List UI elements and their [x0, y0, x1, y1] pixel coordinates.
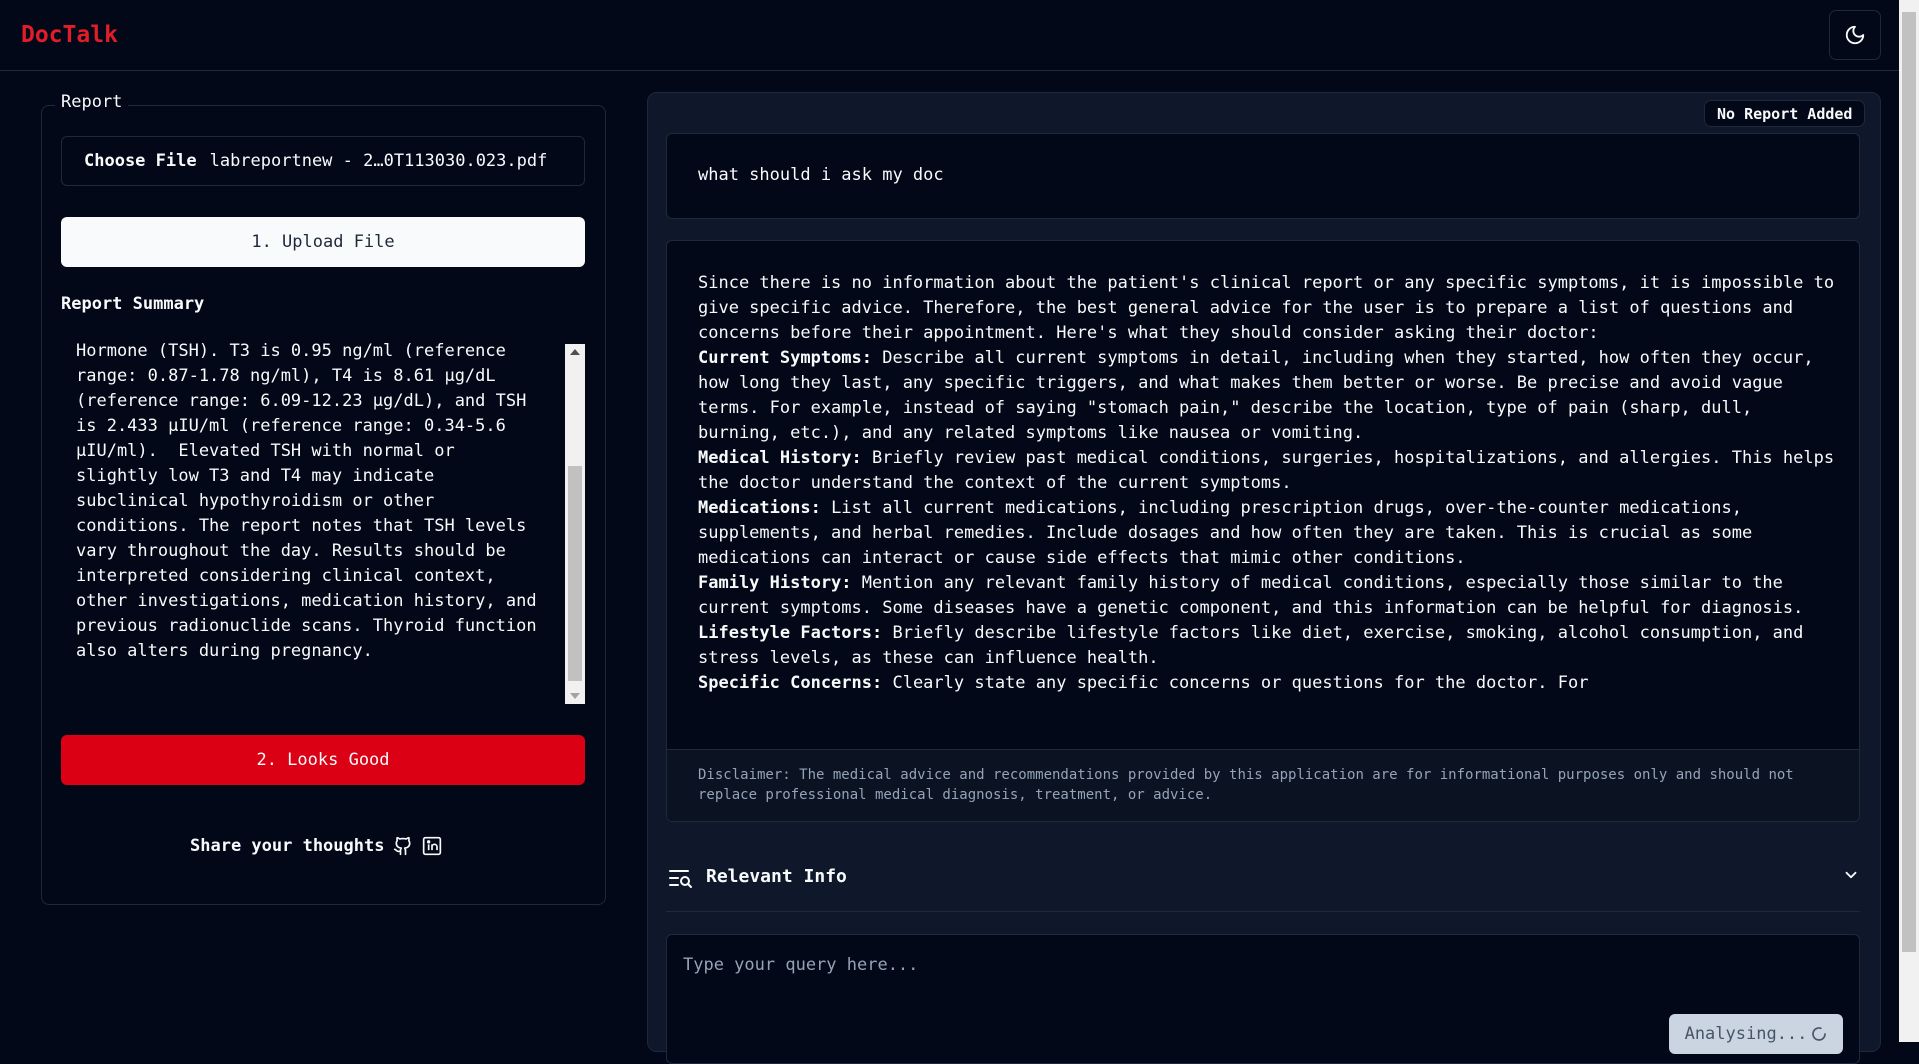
report-legend: Report [55, 92, 129, 112]
answer-section: Current Symptoms: Describe all current s… [698, 346, 1838, 446]
answer-section-text: Mention any relevant family history of m… [698, 573, 1804, 618]
page-scrollbar[interactable] [1899, 0, 1919, 1042]
status-badge: No Report Added [1704, 100, 1866, 127]
disclaimer-text: Disclaimer: The medical advice and recom… [698, 767, 1794, 803]
share-thoughts: Share your thoughts [190, 836, 442, 856]
app-brand[interactable]: DocTalk [21, 22, 118, 48]
theme-toggle-button[interactable] [1829, 10, 1881, 60]
answer-section-text: Briefly review past medical conditions, … [698, 448, 1835, 493]
query-input[interactable] [681, 949, 1825, 981]
scroll-up-icon[interactable] [570, 349, 580, 355]
choose-file-button[interactable]: Choose File [84, 151, 197, 171]
spinner-icon [1812, 1027, 1827, 1041]
answer-section: Lifestyle Factors: Briefly describe life… [698, 621, 1838, 671]
answer-section: Medications: List all current medication… [698, 496, 1838, 571]
report-summary-label: Report Summary [61, 294, 205, 314]
relevant-info-label: Relevant Info [706, 866, 847, 887]
answer-section: Family History: Mention any relevant fam… [698, 571, 1838, 621]
share-label: Share your thoughts [190, 836, 385, 856]
report-summary-textarea[interactable]: Hormone (TSH). T3 is 0.95 ng/ml (referen… [61, 334, 585, 706]
answer-section-title: Medications: [698, 498, 821, 518]
answer-text: Since there is no information about the … [698, 271, 1838, 696]
moon-icon [1845, 25, 1865, 45]
upload-file-button[interactable]: 1. Upload File [61, 217, 585, 267]
answer-intro: Since there is no information about the … [698, 273, 1835, 343]
file-name: labreportnew - 2…0T113030.023.pdf [209, 151, 548, 171]
answer-section-title: Specific Concerns: [698, 673, 883, 693]
scroll-down-icon[interactable] [570, 693, 580, 699]
list-search-icon [669, 870, 692, 888]
analysing-button[interactable]: Analysing... [1669, 1014, 1843, 1054]
linkedin-icon[interactable] [422, 836, 442, 856]
relevant-info-accordion[interactable]: Relevant Info [666, 852, 1860, 912]
report-summary-text: Hormone (TSH). T3 is 0.95 ng/ml (referen… [76, 341, 537, 661]
summary-scroll-thumb[interactable] [568, 466, 582, 681]
answer-section-text: List all current medications, including … [698, 498, 1753, 568]
user-query-bubble: what should i ask my doc [666, 133, 1860, 219]
looks-good-button[interactable]: 2. Looks Good [61, 735, 585, 785]
disclaimer: Disclaimer: The medical advice and recom… [667, 749, 1859, 821]
navbar: DocTalk [0, 0, 1899, 71]
analysing-label: Analysing... [1684, 1024, 1808, 1044]
answer-section-text: Clearly state any specific concerns or q… [882, 673, 1589, 693]
answer-section-title: Family History: [698, 573, 852, 593]
user-query-text: what should i ask my doc [698, 165, 944, 185]
chevron-down-icon[interactable] [1842, 866, 1860, 884]
answer-section-title: Current Symptoms: [698, 348, 872, 368]
page-scroll-thumb[interactable] [1902, 12, 1916, 952]
file-input[interactable]: Choose File labreportnew - 2…0T113030.02… [61, 136, 585, 186]
answer-card: Since there is no information about the … [666, 240, 1860, 822]
answer-section-title: Medical History: [698, 448, 862, 468]
answer-section: Specific Concerns: Clearly state any spe… [698, 671, 1838, 696]
answer-section-title: Lifestyle Factors: [698, 623, 883, 643]
answer-section: Medical History: Briefly review past med… [698, 446, 1838, 496]
summary-scrollbar[interactable] [565, 344, 585, 704]
github-icon[interactable] [393, 836, 413, 856]
